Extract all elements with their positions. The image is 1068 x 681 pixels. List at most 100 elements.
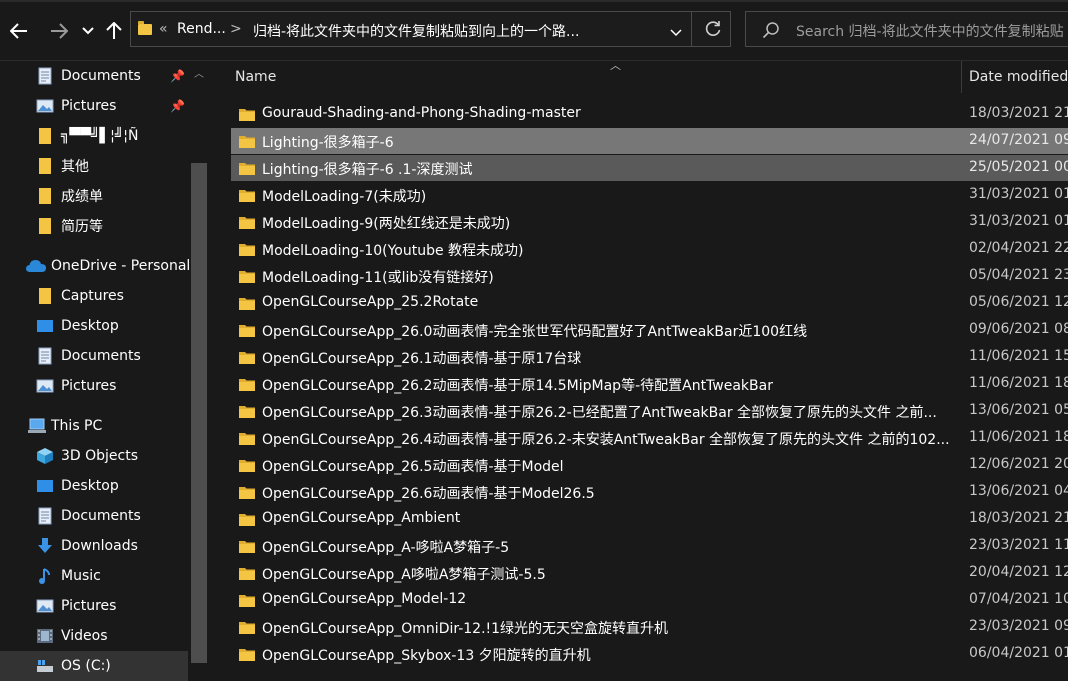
file-name: ModelLoading-10(Youtube 教程未成功) <box>262 243 524 259</box>
folder-icon <box>239 540 255 557</box>
column-divider[interactable] <box>961 61 962 93</box>
drive-icon <box>36 657 54 675</box>
up-button[interactable] <box>102 19 126 43</box>
sidebar-item-videos[interactable]: Videos <box>0 621 188 651</box>
file-row[interactable]: ModelLoading-7(未成功) 31/03/2021 01: <box>231 182 1068 208</box>
sidebar-item-desktop[interactable]: Desktop <box>0 311 188 341</box>
sidebar-item-music[interactable]: Music <box>0 561 188 591</box>
sidebar-item-folder[interactable]: 成绩单 <box>0 181 188 211</box>
sidebar-item-documents[interactable]: Documents <box>0 341 188 371</box>
sidebar-item-downloads[interactable]: Downloads <box>0 531 188 561</box>
file-row[interactable]: OpenGLCourseApp_Ambient 18/03/2021 21: <box>231 506 1068 532</box>
file-row[interactable]: OpenGLCourseApp_26.5动画表情-基于Model 12/06/20… <box>231 452 1068 478</box>
sidebar-item-this-pc[interactable]: This PC <box>0 411 188 441</box>
file-date-modified: 02/04/2021 22: <box>969 240 1068 256</box>
sidebar-item-folder[interactable]: 其他 <box>0 151 188 181</box>
folder-icon <box>239 189 255 206</box>
file-row[interactable]: Lighting-很多箱子-6 24/07/2021 09: <box>231 128 1068 154</box>
file-name: Lighting-很多箱子-6 .1-深度测试 <box>262 162 473 178</box>
sidebar-item-desktop[interactable]: Desktop <box>0 471 188 501</box>
file-row[interactable]: ModelLoading-11(或lib没有链接好) 05/04/2021 23: <box>231 263 1068 289</box>
file-row[interactable]: Gouraud-Shading-and-Phong-Shading-master… <box>231 101 1068 127</box>
chevron-down-icon <box>670 29 682 37</box>
sidebar-item-label: This PC <box>51 418 103 434</box>
pictures-icon <box>36 377 54 395</box>
file-row[interactable]: OpenGLCourseApp_25.2Rotate 05/06/2021 12: <box>231 290 1068 316</box>
folder-icon <box>239 459 255 476</box>
address-dropdown-button[interactable] <box>670 25 682 41</box>
sidebar-item-pictures-pinned[interactable]: Pictures 📌 <box>0 91 188 121</box>
file-date-modified: 05/04/2021 23: <box>969 267 1068 283</box>
column-header-name[interactable]: Name ︿ <box>235 59 955 93</box>
file-date-modified: 12/06/2021 20: <box>969 456 1068 472</box>
sidebar-item-label: 其他 <box>61 159 89 175</box>
refresh-button[interactable] <box>704 20 722 42</box>
file-row[interactable]: OpenGLCourseApp_A-哆啦A梦箱子-5 23/03/2021 11: <box>231 533 1068 559</box>
pictures-icon <box>36 97 54 115</box>
file-row[interactable]: OpenGLCourseApp_Model-12 07/04/2021 10: <box>231 587 1068 613</box>
file-name: OpenGLCourseApp_Model-12 <box>262 591 467 607</box>
file-date-modified: 11/06/2021 18: <box>969 429 1068 445</box>
sidebar-item-pictures[interactable]: Pictures <box>0 591 188 621</box>
3d-objects-icon <box>36 447 54 465</box>
forward-button[interactable] <box>47 19 71 43</box>
folder-icon <box>239 216 255 233</box>
file-date-modified: 06/04/2021 01: <box>969 645 1068 661</box>
breadcrumb-overflow[interactable]: « <box>159 21 168 37</box>
sidebar-item-label: Pictures <box>61 378 117 394</box>
column-header-date-modified[interactable]: Date modified <box>969 61 1068 93</box>
sidebar-item-3d-objects[interactable]: 3D Objects <box>0 441 188 471</box>
folder-icon <box>239 108 255 125</box>
file-row[interactable]: ModelLoading-9(两处红线还是未成功) 31/03/2021 01: <box>231 209 1068 235</box>
file-row[interactable]: OpenGLCourseApp_26.3动画表情-基于原26.2-已经配置了An… <box>231 398 1068 424</box>
file-row[interactable]: OpenGLCourseApp_Skybox-13 夕阳旋转的直升机 06/04/… <box>231 641 1068 667</box>
sidebar-item-label: 3D Objects <box>61 448 139 464</box>
folder-icon <box>239 351 255 368</box>
file-date-modified: 31/03/2021 01: <box>969 213 1068 229</box>
sidebar-item-captures[interactable]: Captures <box>0 281 188 311</box>
pin-icon: 📌 <box>170 99 185 113</box>
breadcrumb-separator[interactable]: > <box>230 21 242 37</box>
file-name: ModelLoading-7(未成功) <box>262 189 427 205</box>
address-bar[interactable]: « Rend... > 归档-将此文件夹中的文件复制粘贴到向上的一个路... <box>130 11 731 47</box>
breadcrumb-item[interactable]: Rend... <box>177 21 226 37</box>
sidebar-item-label: Documents <box>61 508 141 524</box>
arrow-up-icon <box>106 22 122 39</box>
sidebar-item-label: OneDrive - Personal <box>51 258 191 274</box>
downloads-icon <box>36 537 54 555</box>
sidebar-item-documents[interactable]: Documents <box>0 501 188 531</box>
file-name: OpenGLCourseApp_26.1动画表情-基于原17台球 <box>262 351 582 367</box>
file-name: OpenGLCourseApp_26.2动画表情-基于原14.5MipMap等-… <box>262 378 773 394</box>
scroll-up-icon[interactable]: ︿ <box>194 65 204 80</box>
file-date-modified: 13/06/2021 05: <box>969 402 1068 418</box>
sidebar-item-folder[interactable]: 简历等 <box>0 211 188 241</box>
sidebar-item-folder[interactable]: ╗▀▀╝▌¦╝¦Ñ <box>0 121 188 151</box>
back-button[interactable] <box>7 19 31 43</box>
sidebar-item-label: Music <box>61 568 101 584</box>
folder-icon <box>36 217 54 235</box>
file-date-modified: 23/03/2021 09: <box>969 618 1068 634</box>
file-row[interactable]: OpenGLCourseApp_OmniDir-12.!1绿光的无天空盒旋转直升… <box>231 614 1068 640</box>
file-row[interactable]: Lighting-很多箱子-6 .1-深度测试 25/05/2021 00: <box>231 155 1068 181</box>
file-row[interactable]: OpenGLCourseApp_A哆啦A梦箱子测试-5.5 20/04/2021 … <box>231 560 1068 586</box>
folder-icon <box>36 157 54 175</box>
breadcrumb-item-current[interactable]: 归档-将此文件夹中的文件复制粘贴到向上的一个路... <box>253 21 579 41</box>
sidebar-item-onedrive[interactable]: OneDrive - Personal <box>0 251 191 281</box>
file-date-modified: 23/03/2021 11: <box>969 537 1068 553</box>
sidebar-item-pictures[interactable]: Pictures <box>0 371 188 401</box>
file-date-modified: 31/03/2021 01: <box>969 186 1068 202</box>
file-row[interactable]: OpenGLCourseApp_26.4动画表情-基于原26.2-未安装AntT… <box>231 425 1068 451</box>
sidebar-item-documents-pinned[interactable]: Documents 📌 <box>0 61 188 91</box>
search-box[interactable]: Search 归档-将此文件夹中的文件复制粘贴 <box>745 11 1068 47</box>
file-row[interactable]: OpenGLCourseApp_26.6动画表情-基于Model26.5 13/0… <box>231 479 1068 505</box>
file-row[interactable]: OpenGLCourseApp_26.2动画表情-基于原14.5MipMap等-… <box>231 371 1068 397</box>
file-name: OpenGLCourseApp_26.6动画表情-基于Model26.5 <box>262 486 595 502</box>
folder-icon <box>239 594 255 611</box>
sidebar-scrollbar-thumb[interactable] <box>191 163 207 663</box>
file-row[interactable]: OpenGLCourseApp_26.1动画表情-基于原17台球 11/06/20… <box>231 344 1068 370</box>
file-row[interactable]: OpenGLCourseApp_26.0动画表情-完全张世军代码配置好了AntT… <box>231 317 1068 343</box>
file-row[interactable]: ModelLoading-10(Youtube 教程未成功) 02/04/2021… <box>231 236 1068 262</box>
file-name: OpenGLCourseApp_26.5动画表情-基于Model <box>262 459 564 475</box>
folder-icon <box>138 21 152 39</box>
recent-locations-button[interactable] <box>77 19 99 43</box>
